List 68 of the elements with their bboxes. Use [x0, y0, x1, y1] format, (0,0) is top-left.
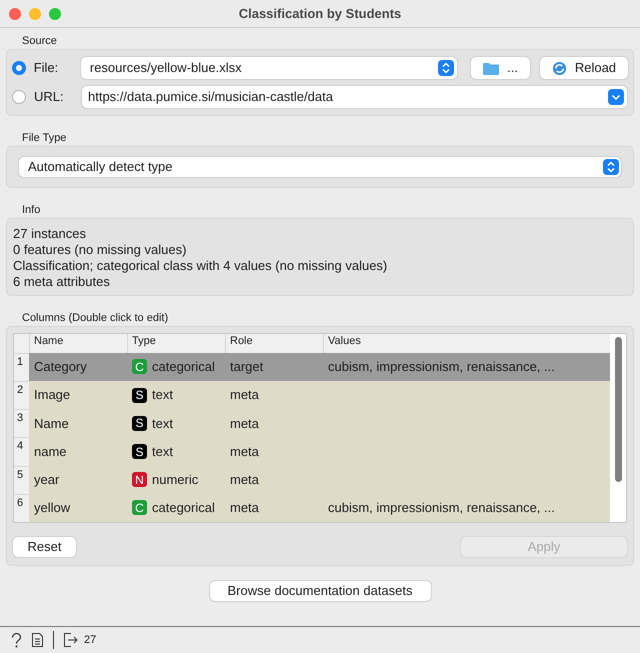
table-cell-text: Name — [33, 414, 70, 433]
table-cell-text: meta — [229, 442, 260, 461]
table-row[interactable]: year N numeric meta — [29, 466, 610, 494]
file-type-dropdown[interactable]: Automatically detect type — [19, 157, 621, 177]
table-cell-text: cubism, impressionism, renaissance, ... — [327, 499, 555, 518]
row-number: 6 — [14, 494, 29, 522]
table-cell-text: text — [152, 442, 173, 461]
reset-button[interactable]: Reset — [13, 537, 76, 557]
table-cell-text: text — [152, 414, 173, 433]
info-text: 27 instances — [13, 226, 87, 242]
table-cell-text: cubism, impressionism, renaissance, ... — [327, 358, 555, 376]
type-badge: S — [132, 444, 147, 459]
reload-button[interactable]: Reload — [540, 57, 628, 79]
section-label: Source — [22, 34, 58, 48]
file-dropdown[interactable]: resources/yellow-blue.xlsx — [80, 57, 458, 79]
table-row[interactable]: name S text meta — [29, 437, 610, 466]
info-text: 6 meta attributes — [13, 274, 111, 290]
scrollbar-thumb[interactable] — [614, 337, 622, 482]
output-icon[interactable] — [64, 633, 78, 647]
radio-label: URL: — [34, 88, 65, 106]
table-cell-text: categorical — [152, 499, 215, 518]
folder-icon — [483, 62, 500, 74]
row-number: 5 — [14, 466, 29, 494]
table-cell-text: text — [152, 386, 173, 404]
table-cell-text: Image — [33, 386, 72, 404]
reload-icon — [552, 60, 567, 76]
type-badge: S — [132, 388, 147, 403]
table-row[interactable]: yellow C categorical meta cubism, impressionism, renaissance, ... — [29, 494, 610, 522]
table-cell-text: meta — [229, 499, 260, 518]
browse-documentation-button[interactable]: Browse documentation datasets — [210, 581, 430, 601]
table-cell-text: yellow — [33, 499, 72, 518]
table-cell-text: year — [33, 470, 60, 489]
table-cell-text: meta — [229, 386, 260, 404]
radio-button[interactable] — [12, 90, 26, 104]
window-title: Classification by Students — [238, 4, 402, 23]
row-number: 2 — [14, 381, 29, 410]
type-badge: C — [132, 359, 147, 374]
table-row[interactable]: Name S text meta — [29, 409, 610, 438]
table-cell-text: meta — [229, 414, 260, 433]
close-icon[interactable] — [9, 8, 21, 20]
table-cell-text: target — [229, 358, 264, 376]
section-label: Columns (Double click to edit) — [22, 311, 170, 325]
help-icon[interactable] — [11, 632, 22, 648]
radio-button[interactable] — [12, 61, 26, 75]
table-cell-text: meta — [229, 470, 260, 489]
browse-button[interactable]: ... — [471, 57, 530, 79]
table-cell-text: name — [33, 442, 68, 461]
type-badge: N — [132, 472, 147, 488]
table-cell-text: categorical — [152, 358, 215, 376]
radio-label: File: — [34, 59, 60, 78]
table-row[interactable]: Category C categorical target cubism, impressionism, renaissance, ... — [29, 352, 610, 381]
table-cell-text: numeric — [152, 470, 198, 489]
section-label: Info — [22, 203, 42, 217]
output-count: 27 — [84, 632, 96, 648]
row-number: 1 — [14, 352, 29, 381]
type-badge: S — [132, 416, 147, 431]
row-number: 3 — [14, 409, 29, 438]
dropdown-arrows-icon — [603, 159, 619, 175]
section-label: File Type — [22, 131, 68, 145]
url-field[interactable]: https://data.pumice.si/musician-castle/data — [82, 86, 627, 108]
row-number: 4 — [14, 437, 29, 466]
document-icon[interactable] — [32, 633, 43, 647]
dropdown-arrows-icon — [438, 60, 454, 76]
table-row[interactable]: Image S text meta — [29, 381, 610, 410]
table-cell-text: Category — [33, 358, 88, 376]
info-text: Classification; categorical class with 4 values (no missing values) — [13, 258, 388, 274]
type-badge: C — [132, 500, 147, 516]
info-text: 0 features (no missing values) — [13, 242, 188, 258]
